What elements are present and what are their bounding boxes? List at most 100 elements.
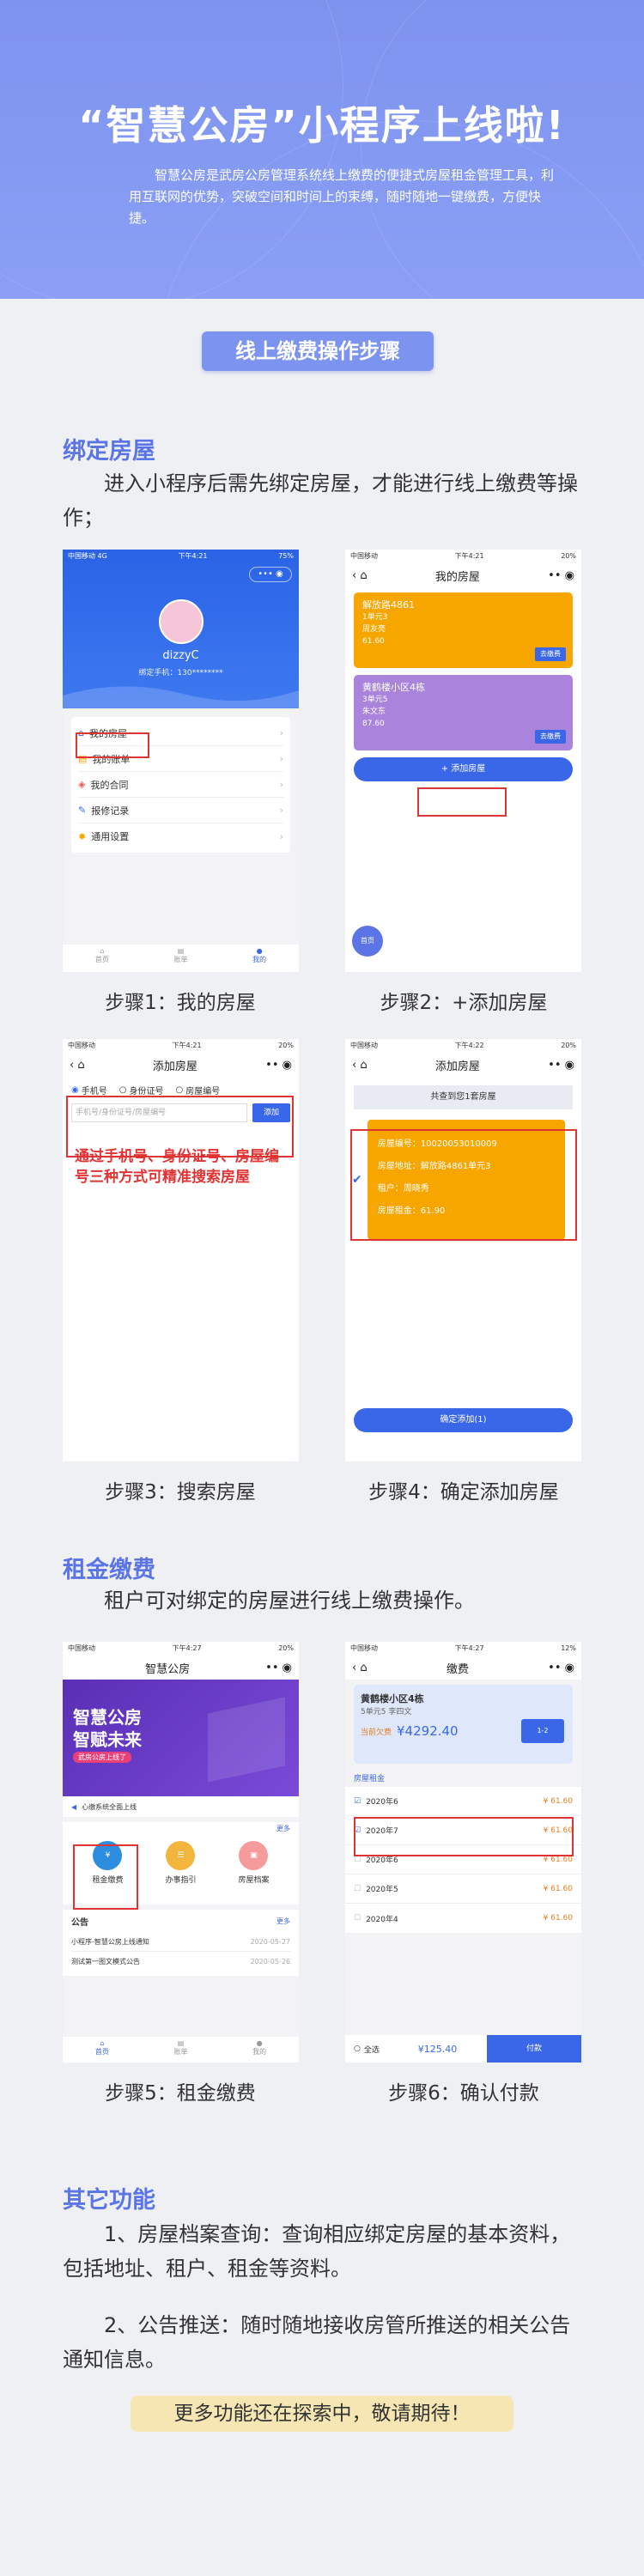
more-link[interactable]: 更多 xyxy=(276,1824,290,1833)
other-item-notice: 2、公告推送：随时随地接收房管所推送的相关公告通知信息。 xyxy=(63,2313,571,2372)
service-guide[interactable]: ☰ 办事指引 xyxy=(165,1841,197,1885)
status-left: 中国移动 xyxy=(350,1042,378,1049)
bill-icon: ▤ xyxy=(177,947,185,955)
radio-id-card[interactable]: ○ 身份证号 xyxy=(119,1084,164,1097)
back-home-icon[interactable]: ‹ ⌂ xyxy=(352,1059,368,1072)
card-unit: 3单元5 xyxy=(362,696,388,704)
screen-confirm-add: 中国移动 下午4:22 20% ‹ ⌂ 添加房屋 •• ◉ 共查到您1套房屋 ✔ 房屋编… xyxy=(345,1039,581,1461)
guide-icon: ☰ xyxy=(166,1841,196,1870)
status-right: 20% xyxy=(561,552,576,560)
rent-heading: 租金缴费 xyxy=(63,1557,155,1583)
checkbox-icon: ○ xyxy=(354,2044,361,2053)
caption-step2: 步骤2：+添加房屋 xyxy=(380,992,548,1014)
caption-step6: 步骤6：确认付款 xyxy=(388,2082,539,2105)
capsule-menu[interactable]: •• ◉ xyxy=(548,569,574,582)
bill-list: ☑ 2020年6 ¥ 61.60 ☑ 2020年7 ¥ 61.60 ☐ 2020年6 ¥ 6… xyxy=(345,1787,581,1933)
pay-button[interactable]: 付款 xyxy=(487,2035,581,2063)
chevron-right-icon: › xyxy=(279,779,283,790)
status-right: 20% xyxy=(278,1042,294,1049)
screen-my-house: 中国移动 4G 下午4:21 75% ••• ◉ dizzyC 绑定手机：130**… xyxy=(63,550,299,972)
hero-description: 智慧公房是武房公房管理系统线上缴费的便捷式房屋租金管理工具，利用互联网的优势，突… xyxy=(129,167,555,226)
chevron-right-icon: › xyxy=(279,753,283,764)
search-type-options: ◉ 手机号 ○ 身份证号 ○ 房屋编号 xyxy=(71,1084,290,1097)
banner-title: 智慧公房 xyxy=(73,1707,142,1728)
archive-icon: ▣ xyxy=(239,1841,269,1870)
house-name: 黄鹤楼小区4栋 xyxy=(361,1693,424,1704)
menu-item-repairs[interactable]: ✎ 报修记录 › xyxy=(78,798,283,823)
bill-row[interactable]: ☐ 2020年5 ¥ 61.60 xyxy=(345,1874,581,1904)
select-all[interactable]: ○ 全选 xyxy=(345,2044,388,2055)
card-rent: 87.60 xyxy=(362,720,385,728)
announcement-panel: 公告 更多 小程序-智慧公房上线通知 2020-05-27 测试第一图文模式公告 20… xyxy=(63,1910,299,1976)
highlight-my-house xyxy=(76,732,149,758)
tab-bar: ⌂ 首页 ▤ 账单 ● 我的 xyxy=(63,945,299,972)
tab-bills[interactable]: ▤ 账单 xyxy=(173,947,187,972)
bound-phone: 绑定手机：130******** xyxy=(138,669,223,677)
tab-mine[interactable]: ● 我的 xyxy=(252,947,266,972)
rent-text: 租户可对绑定的房屋进行线上缴费操作。 xyxy=(104,1589,475,1613)
status-time: 下午4:21 xyxy=(178,552,208,560)
pay-button[interactable]: 去缴费 xyxy=(535,730,566,744)
gear-icon: ✹ xyxy=(78,830,87,842)
status-left: 中国移动 xyxy=(350,1644,378,1652)
bill-row[interactable]: ☑ 2020年6 ¥ 61.60 xyxy=(345,1787,581,1816)
balance-label: 当前欠费 xyxy=(361,1728,392,1737)
radio-checked-icon: ◉ xyxy=(71,1085,79,1095)
user-icon: ● xyxy=(256,947,263,955)
house-card-2[interactable]: 黄鹤楼小区4栋 3单元5 朱文东 87.60 去缴费 xyxy=(354,675,573,750)
hero-title: “智慧公房”小程序上线啦! xyxy=(78,102,566,149)
card-tenant: 周友亮 xyxy=(362,625,386,634)
status-left: 中国移动 4G xyxy=(68,552,107,560)
confirm-add-button[interactable]: 确定添加(1) xyxy=(354,1408,573,1432)
menu-item-contracts[interactable]: ◈ 我的合同 › xyxy=(78,772,283,798)
card-title: 黄鹤楼小区4栋 xyxy=(362,682,425,693)
capsule-menu[interactable]: •• ◉ xyxy=(548,1662,574,1674)
announce-item[interactable]: 测试第一图文模式公告 2020-05-26 xyxy=(71,1952,290,1971)
status-right: 75% xyxy=(278,552,294,560)
home-float-button[interactable]: 首页 xyxy=(352,926,383,957)
back-home-icon[interactable]: ‹ ⌂ xyxy=(70,1059,85,1072)
radio-house-no[interactable]: ○ 房屋编号 xyxy=(175,1084,220,1097)
screen-add-house-list: 中国移动 下午4:21 20% ‹ ⌂ 我的房屋 •• ◉ 解放路4861 1单元3 周… xyxy=(345,550,581,972)
tab-mine[interactable]: ● 我的 xyxy=(252,2039,266,2063)
banner-illustration xyxy=(208,1697,285,1783)
user-icon: ● xyxy=(256,2039,263,2047)
capsule-menu[interactable]: •• ◉ xyxy=(548,1059,574,1072)
service-archive[interactable]: ▣ 房屋档案 xyxy=(238,1841,270,1885)
notice-bar[interactable]: ◀ 心缴系统全面上线 xyxy=(63,1796,299,1817)
highlight-confirm xyxy=(350,1129,577,1241)
tab-home[interactable]: ⌂ 首页 xyxy=(95,2039,109,2063)
nav-title: 添加房屋 xyxy=(434,1060,480,1073)
nav-title: 我的房屋 xyxy=(434,570,480,584)
pay-bar: ○ 全选 ¥125.40 付款 xyxy=(345,2035,581,2063)
other-item-archive: 1、房屋档案查询：查询相应绑定房屋的基本资料，包括地址、租户、租金等资料。 xyxy=(63,2222,571,2281)
radio-phone[interactable]: ◉ 手机号 xyxy=(71,1084,107,1097)
pay-button[interactable]: 去缴费 xyxy=(535,647,566,661)
house-sub: 5单元5 李四文 xyxy=(361,1708,412,1716)
back-home-icon[interactable]: ‹ ⌂ xyxy=(352,569,368,582)
tab-bills[interactable]: ▤ 账单 xyxy=(173,2039,187,2063)
bill-row[interactable]: ☐ 2020年4 ¥ 61.60 xyxy=(345,1904,581,1933)
status-left: 中国移动 xyxy=(68,1042,95,1049)
tab-home[interactable]: ⌂ 首页 xyxy=(95,947,109,972)
back-home-icon[interactable]: ‹ ⌂ xyxy=(352,1662,368,1674)
capsule-menu[interactable]: •• ◉ xyxy=(265,1662,292,1674)
house-card-1[interactable]: 解放路4861 1单元3 周友亮 61.60 去缴费 xyxy=(354,592,573,668)
capsule-menu[interactable]: ••• ◉ xyxy=(249,567,292,582)
status-left: 中国移动 xyxy=(68,1644,95,1652)
status-left: 中国移动 xyxy=(350,552,378,560)
card-rent: 61.60 xyxy=(362,637,385,646)
card-title: 解放路4861 xyxy=(362,599,415,611)
caption-step4: 步骤4：确定添加房屋 xyxy=(368,1481,559,1504)
nav-title: 智慧公房 xyxy=(145,1662,191,1676)
capsule-menu[interactable]: •• ◉ xyxy=(265,1059,292,1072)
house-summary-card: 黄鹤楼小区4栋 5单元5 李四文 当前欠费 ¥4292.40 1-2 xyxy=(354,1685,573,1764)
announce-item[interactable]: 小程序-智慧公房上线通知 2020-05-27 xyxy=(71,1933,290,1952)
more-link[interactable]: 更多 xyxy=(276,1917,290,1926)
repair-icon: ✎ xyxy=(78,805,87,816)
menu-item-settings[interactable]: ✹ 通用设置 › xyxy=(78,823,283,849)
home-icon: ⌂ xyxy=(100,2039,105,2047)
home-icon: ⌂ xyxy=(100,947,105,955)
status-time: 下午4:21 xyxy=(454,552,484,560)
add-house-button[interactable]: + 添加房屋 xyxy=(354,757,573,781)
